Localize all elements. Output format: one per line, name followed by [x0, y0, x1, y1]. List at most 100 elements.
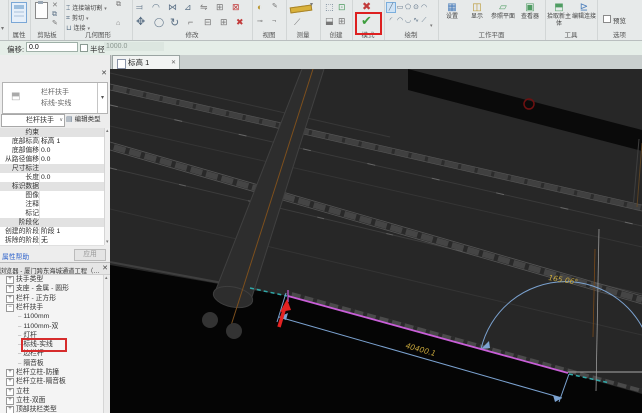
draw-spline-tool[interactable]: ∿ [412, 16, 420, 25]
unpin-icon[interactable]: ⊠ [232, 3, 240, 12]
tree-item[interactable]: − 栏杆扶手 [6, 303, 108, 312]
draw-arc-tool[interactable]: ◠ [420, 3, 428, 12]
draw-polygon-tool[interactable]: ⬠ [404, 3, 412, 12]
tools-group-label: 工具 [564, 32, 578, 39]
create-similar-icon[interactable]: ⬚ [325, 3, 334, 12]
type-selector-family: 栏杆扶手 [41, 89, 69, 96]
pick-new-host-button[interactable]: ⬒ 拾取新主体 [547, 2, 571, 28]
copy-tool-icon[interactable]: ◯ [154, 18, 164, 27]
tree-item[interactable]: + 支座 - 金属 - 圆形 [6, 284, 108, 294]
edit-type-button[interactable]: ▤ 编辑类型 [66, 114, 108, 125]
draw-circle-tool[interactable]: ⊙ [412, 3, 420, 12]
mirror-draw-icon[interactable]: ⊿ [184, 3, 192, 12]
draw-line-tool[interactable]: ╱ [386, 2, 396, 13]
linework-icon[interactable]: ⊸ [257, 18, 263, 25]
show-workplane-button[interactable]: ◫ 显示 [465, 2, 489, 21]
scale-icon[interactable]: ⊟ [204, 18, 212, 27]
view-group-label: 视图 [262, 32, 276, 39]
modify-group: ⫤ ◠ ⋈ ⊿ ⇋ ⊞ ⊠ ✥ ◯ ↻ ⌐ ⊟ ⊞ ✖ 修改 [132, 0, 253, 40]
apply-button[interactable]: 应用 [74, 249, 106, 261]
drawing-canvas[interactable]: 40400.1 165.06° [110, 69, 642, 413]
draw-tangent-arc-tool[interactable]: ◡ [404, 16, 412, 25]
chevron-down-icon[interactable]: ▾ [97, 83, 107, 113]
offset-icon[interactable]: ◠ [152, 3, 160, 12]
selection-filter-combo[interactable]: 栏杆扶手 ∨ [1, 114, 65, 127]
set-workplane-button[interactable]: ▦ 设置 [440, 2, 464, 21]
tree-item[interactable]: + 立柱-双面 [6, 396, 108, 405]
mirror-axis-icon[interactable]: ⋈ [168, 3, 177, 12]
chevron-down-icon[interactable]: ▾ [1, 26, 4, 32]
array-icon[interactable]: ⊞ [216, 3, 224, 12]
tree-item[interactable]: + 栏杆立柱-隔音板 [6, 377, 108, 387]
tutorial-highlight-tree-item [21, 338, 67, 352]
geometry-group: ⌶ 连接端切割 ▾ ⌗ 剪切 ▾ ⊔ 连接 ▾ ⧉ ⌂ 几何图形 [64, 0, 133, 40]
override-icon[interactable]: ✎ [272, 3, 278, 10]
preview-checkbox[interactable] [603, 15, 611, 23]
tree-item[interactable]: + 立柱 [6, 387, 108, 396]
trim-icon[interactable]: ⌐ [188, 18, 193, 27]
tree-item[interactable]: + 扶手类型 [6, 275, 108, 284]
measure-angle-icon[interactable]: ⟋ [294, 18, 300, 27]
cope-menu[interactable]: ⌶ 连接端切割 ▾ [66, 1, 107, 12]
copy-icon[interactable]: ⧉ [52, 11, 57, 18]
prop-row[interactable]: 拆除的阶段无 [0, 236, 104, 246]
type-selector[interactable]: ⬒ 栏杆扶手 标线-实线 ▾ [2, 82, 108, 114]
measure-ruler-icon[interactable] [289, 4, 313, 14]
view-tab-close-icon[interactable]: ✕ [171, 56, 176, 70]
draw-rectangle-tool[interactable]: ▭ [396, 3, 404, 12]
view-icon [117, 59, 126, 69]
properties-group: 属性 [8, 0, 31, 40]
delete-icon[interactable]: ✖ [236, 18, 244, 27]
create-parts-icon[interactable]: ⊞ [338, 17, 346, 26]
properties-close-icon[interactable]: ✕ [101, 69, 107, 77]
browser-scrollbar[interactable]: ▴ [103, 275, 110, 413]
cut-geometry-menu[interactable]: ⌗ 剪切 ▾ [66, 11, 88, 22]
project-browser-titlebar[interactable]: 项目浏览器 - 厦门跨东海城通道工程（… ✕ [0, 263, 110, 275]
geometry-group-label: 几何图形 [85, 32, 111, 39]
chevron-down-icon[interactable]: ▾ [310, 2, 313, 8]
properties-button[interactable] [11, 2, 27, 23]
beam-copings-icon[interactable]: ⧉ [116, 1, 121, 8]
draw-group: ╱ ▭ ⬠ ⊙ ◠ ◜ ◠ ◡ ∿ ⟋ ▾ 绘制 [384, 0, 439, 40]
paste-icon[interactable] [35, 1, 48, 19]
pin-icon[interactable]: ⊞ [220, 18, 228, 27]
align-icon[interactable]: ⫤ [136, 3, 143, 12]
move-icon[interactable]: ✥ [136, 17, 145, 28]
ref-plane-button[interactable]: ▱ 参照平面 [490, 2, 516, 21]
wall-joins-icon[interactable]: ⌂ [116, 20, 120, 27]
set-workplane-icon: ▦ [447, 2, 457, 13]
offset-label: 偏移: [7, 45, 25, 54]
tree-item[interactable]: + 栏杆立柱-防撞 [6, 368, 108, 377]
create-assembly-icon[interactable]: ⬓ [325, 17, 334, 26]
clipboard-group-label: 剪贴板 [37, 32, 57, 39]
project-browser-close-icon[interactable]: ✕ [102, 263, 108, 274]
pier-circle [226, 323, 242, 339]
create-group: ⬚ ⊡ ⬓ ⊞ 创建 [320, 0, 353, 40]
pick-new-host-icon: ⬒ [554, 2, 564, 13]
tree-item[interactable]: + 顶部扶栏类型 [6, 405, 108, 413]
view-tab-level1[interactable]: 标高 1 ✕ [112, 55, 180, 70]
radius-checkbox[interactable] [80, 44, 88, 52]
offset-input[interactable] [26, 42, 78, 52]
show-workplane-icon: ◫ [472, 2, 482, 13]
split-icon[interactable]: ⇋ [200, 3, 208, 12]
edit-joins-button[interactable]: ⊵ 编辑连接 [572, 2, 596, 21]
edit-joins-icon: ⊵ [579, 2, 589, 13]
tutorial-highlight-finish [355, 12, 382, 35]
tools-group: ⬒ 拾取新主体 ⊵ 编辑连接 工具 [545, 0, 598, 40]
options-group-label: 选项 [613, 32, 626, 39]
cut-icon[interactable]: ✕ [52, 2, 58, 9]
rotate-icon[interactable]: ↻ [170, 18, 179, 29]
mode-group: ✖ ✔ 模式 [352, 0, 385, 40]
display-icon[interactable]: ¬ [272, 18, 276, 25]
tree-item[interactable]: + 栏杆 - 正方形 [6, 294, 108, 303]
create-group-icon[interactable]: ⊡ [338, 3, 346, 12]
draw-fillet-arc-tool[interactable]: ◜ [387, 16, 395, 25]
viewer-button[interactable]: ▣ 查看器 [518, 2, 542, 21]
properties-help-link[interactable]: 属性帮助 [2, 251, 29, 261]
draw-center-arc-tool[interactable]: ◠ [396, 16, 404, 25]
properties-panel: ✕ ⬒ 栏杆扶手 标线-实线 ▾ 栏杆扶手 ∨ ▤ 编辑类型 约束 底部标高 标高… [0, 55, 111, 262]
match-type-icon[interactable]: ✎ [52, 20, 58, 27]
draw-pick-lines-tool[interactable]: ⟋ [420, 16, 428, 25]
hide-icon[interactable]: ◐ [257, 3, 262, 12]
